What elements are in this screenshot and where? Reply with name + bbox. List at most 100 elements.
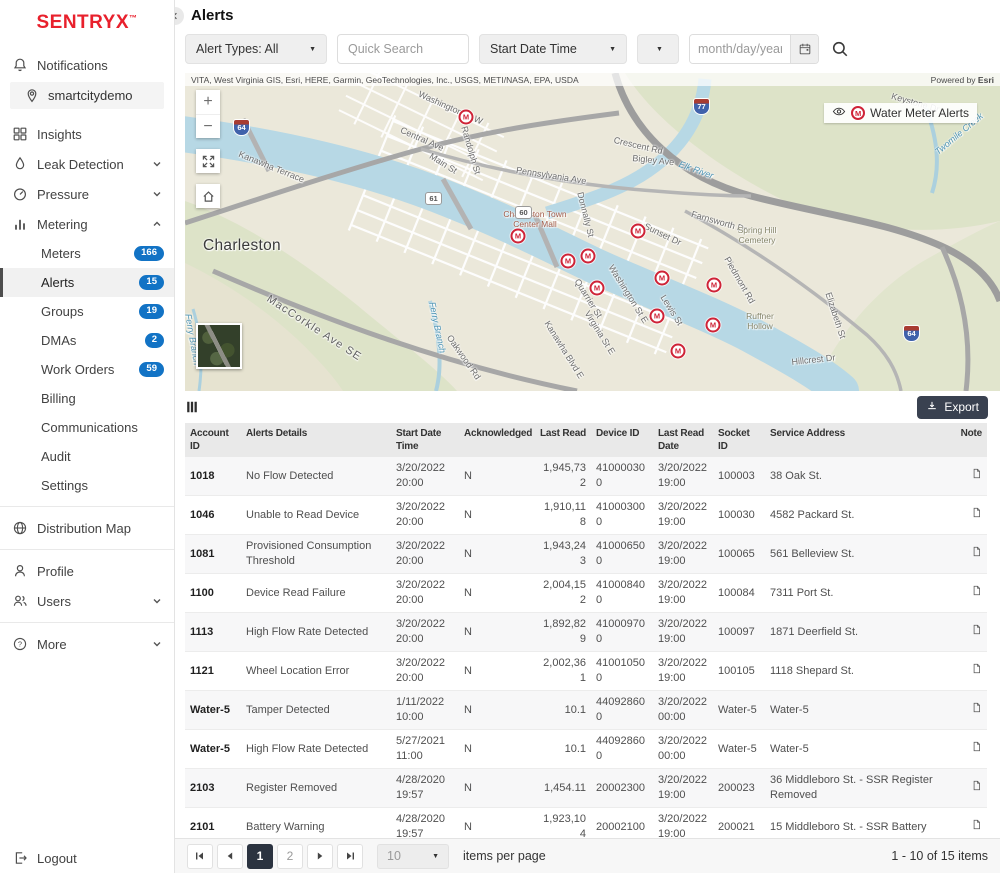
condition-select[interactable]: ▼	[637, 34, 679, 64]
cell-last-read-date: 3/20/2022 19:00	[653, 769, 713, 808]
cell-last-read: 2,002,361	[535, 652, 591, 691]
download-icon	[926, 400, 938, 415]
first-page-button[interactable]	[187, 844, 213, 869]
table-row[interactable]: 1100 Device Read Failure 3/20/2022 20:00…	[185, 574, 987, 613]
col-account-id[interactable]: Account ID	[185, 423, 241, 457]
col-last-read-date[interactable]: Last Read Date	[653, 423, 713, 457]
sidebar-subitem[interactable]: Audit	[0, 442, 174, 471]
sidebar-item-tenant[interactable]: smartcitydemo	[10, 82, 164, 109]
calendar-icon[interactable]	[790, 35, 818, 63]
search-icon[interactable]	[831, 40, 849, 58]
water-meter-alert-marker[interactable]: M	[581, 249, 596, 264]
sidebar-item-distribution-map[interactable]: Distribution Map	[0, 513, 174, 543]
water-meter-alert-marker[interactable]: M	[707, 278, 722, 293]
basemap-toggle[interactable]	[196, 323, 242, 369]
map-legend[interactable]: M Water Meter Alerts	[824, 103, 977, 123]
note-icon[interactable]	[971, 623, 982, 636]
sidebar: SENTRYX™ Notifications smartcitydemo Ins…	[0, 0, 175, 873]
zoom-in-button[interactable]: +	[196, 90, 220, 114]
water-meter-alert-marker[interactable]: M	[706, 318, 721, 333]
table-row[interactable]: 1121 Wheel Location Error 3/20/2022 20:0…	[185, 652, 987, 691]
col-alerts-details[interactable]: Alerts Details	[241, 423, 391, 457]
sidebar-subitem[interactable]: Groups 19	[0, 297, 174, 326]
users-icon	[12, 593, 28, 609]
distribution-map[interactable]: VITA, West Virginia GIS, Esri, HERE, Gar…	[185, 73, 1000, 391]
col-socket-id[interactable]: Socket ID	[713, 423, 765, 457]
page-size-select[interactable]: 10 ▼	[377, 844, 449, 869]
col-last-read[interactable]: Last Read	[535, 423, 591, 457]
sidebar-subitem[interactable]: Meters 166	[0, 239, 174, 268]
table-row[interactable]: 1081 Provisioned Consumption Threshold 3…	[185, 535, 987, 574]
sidebar-subitem[interactable]: Alerts 15	[0, 268, 174, 297]
table-row[interactable]: 1113 High Flow Rate Detected 3/20/2022 2…	[185, 613, 987, 652]
water-meter-alert-marker[interactable]: M	[650, 309, 665, 324]
note-icon[interactable]	[971, 662, 982, 675]
sidebar-item-profile[interactable]: Profile	[0, 556, 174, 586]
cell-socket-id: Water-5	[713, 691, 765, 730]
note-icon[interactable]	[971, 467, 982, 480]
water-meter-alert-marker[interactable]: M	[459, 110, 474, 125]
last-page-button[interactable]	[337, 844, 363, 869]
table-row[interactable]: 2103 Register Removed 4/28/2020 19:57 N …	[185, 769, 987, 808]
water-meter-alert-marker[interactable]: M	[631, 224, 646, 239]
water-meter-alert-marker[interactable]: M	[590, 281, 605, 296]
sidebar-subitem[interactable]: Communications	[0, 413, 174, 442]
water-meter-alert-marker[interactable]: M	[671, 344, 686, 359]
legend-label: Water Meter Alerts	[870, 106, 969, 120]
table-row[interactable]: 2101 Battery Warning 4/28/2020 19:57 N 1…	[185, 808, 987, 839]
sidebar-subitem[interactable]: Work Orders 59	[0, 355, 174, 384]
cell-acknowledged: N	[459, 730, 535, 769]
table-row[interactable]: 1018 No Flow Detected 3/20/2022 20:00 N …	[185, 457, 987, 496]
start-date-time-select[interactable]: Start Date Time ▼	[479, 34, 627, 64]
next-page-button[interactable]	[307, 844, 333, 869]
cell-account-id: Water-5	[185, 730, 241, 769]
note-icon[interactable]	[971, 545, 982, 558]
sidebar-item-notifications[interactable]: Notifications	[0, 50, 174, 80]
sidebar-item-leak-detection[interactable]: Leak Detection	[0, 149, 174, 179]
date-input[interactable]	[690, 35, 790, 63]
sidebar-item-more[interactable]: ? More	[0, 629, 174, 659]
sidebar-subitem[interactable]: Billing	[0, 384, 174, 413]
col-start-date-time[interactable]: Start Date Time	[391, 423, 459, 457]
cell-acknowledged: N	[459, 457, 535, 496]
home-button[interactable]	[196, 184, 220, 208]
previous-page-button[interactable]	[217, 844, 243, 869]
note-icon[interactable]	[971, 584, 982, 597]
sidebar-item-insights[interactable]: Insights	[0, 119, 174, 149]
water-meter-alert-marker[interactable]: M	[511, 229, 526, 244]
zoom-out-button[interactable]: −	[196, 114, 220, 138]
cell-last-read: 1,945,732	[535, 457, 591, 496]
cell-socket-id: 100065	[713, 535, 765, 574]
cell-last-read-date: 3/20/2022 00:00	[653, 691, 713, 730]
sidebar-item-users[interactable]: Users	[0, 586, 174, 616]
table-row[interactable]: Water-5 Tamper Detected 1/11/2022 10:00 …	[185, 691, 987, 730]
note-icon[interactable]	[971, 506, 982, 519]
table-row[interactable]: Water-5 High Flow Rate Detected 5/27/202…	[185, 730, 987, 769]
note-icon[interactable]	[971, 701, 982, 714]
sidebar-item-pressure[interactable]: Pressure	[0, 179, 174, 209]
note-icon[interactable]	[971, 779, 982, 792]
page-number-button[interactable]: 1	[247, 844, 273, 869]
water-meter-alert-marker[interactable]: M	[561, 254, 576, 269]
export-button[interactable]: Export	[917, 396, 988, 419]
fullscreen-button[interactable]	[196, 149, 220, 173]
note-icon[interactable]	[971, 818, 982, 831]
col-device-id[interactable]: Device ID	[591, 423, 653, 457]
col-acknowledged[interactable]: Acknowledged	[459, 423, 535, 457]
cell-service-address: Water-5	[765, 730, 947, 769]
cell-last-read-date: 3/20/2022 19:00	[653, 613, 713, 652]
quick-search-input[interactable]	[337, 34, 469, 64]
sidebar-subitem[interactable]: Settings	[0, 471, 174, 500]
column-chooser-icon[interactable]	[185, 400, 199, 414]
sidebar-subitem[interactable]: DMAs 2	[0, 326, 174, 355]
table-row[interactable]: 1046 Unable to Read Device 3/20/2022 20:…	[185, 496, 987, 535]
sidebar-item-metering[interactable]: Metering	[0, 209, 174, 239]
chevron-down-icon	[152, 639, 162, 649]
alert-types-select[interactable]: Alert Types: All ▼	[185, 34, 327, 64]
water-meter-alert-marker[interactable]: M	[655, 271, 670, 286]
logout-button[interactable]: Logout	[0, 843, 174, 873]
col-note[interactable]: Note	[947, 423, 987, 457]
page-number-button[interactable]: 2	[277, 844, 303, 869]
col-service-address[interactable]: Service Address	[765, 423, 947, 457]
note-icon[interactable]	[971, 740, 982, 753]
